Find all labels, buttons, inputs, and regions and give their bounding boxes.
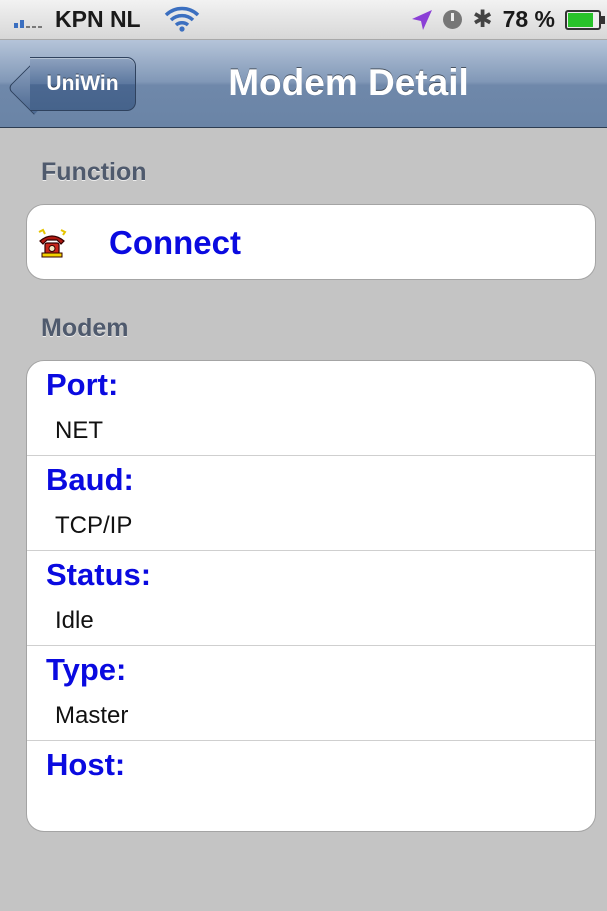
modem-section-header: Modem xyxy=(41,314,129,342)
modem-group: Port: NET Baud: TCP/IP Status: Idle Type… xyxy=(26,360,596,832)
type-row: Type: Master xyxy=(27,646,595,741)
status-row: Status: Idle xyxy=(27,551,595,646)
location-icon xyxy=(412,9,433,30)
baud-label: Baud: xyxy=(46,462,134,497)
battery-charging-icon xyxy=(565,9,605,30)
page-title: Modem Detail xyxy=(228,62,469,103)
type-value: Master xyxy=(55,702,129,729)
port-label: Port: xyxy=(46,367,119,402)
status-label: Status: xyxy=(46,557,152,592)
connect-button[interactable]: Connect xyxy=(27,205,595,279)
host-row: Host: xyxy=(27,741,595,831)
signal-icon xyxy=(14,14,42,28)
wifi-icon xyxy=(164,6,200,32)
bluetooth-icon: ✱ xyxy=(472,5,493,33)
port-value: NET xyxy=(55,417,103,444)
type-label: Type: xyxy=(46,652,127,687)
telephone-icon xyxy=(38,228,67,258)
battery-percent: 78 % xyxy=(502,6,555,32)
alarm-icon xyxy=(443,10,463,29)
function-section-header: Function xyxy=(41,158,147,186)
navigation-bar: UniWin Modem Detail xyxy=(0,40,607,128)
port-row: Port: NET xyxy=(27,361,595,456)
status-value: Idle xyxy=(55,607,94,634)
function-group: Connect xyxy=(26,204,596,280)
baud-row: Baud: TCP/IP xyxy=(27,456,595,551)
baud-value: TCP/IP xyxy=(55,512,133,539)
connect-label: Connect xyxy=(109,224,241,261)
carrier-label: KPN NL xyxy=(55,6,141,32)
host-label: Host: xyxy=(46,747,126,782)
status-bar: KPN NL ✱ 78 % xyxy=(0,0,607,40)
